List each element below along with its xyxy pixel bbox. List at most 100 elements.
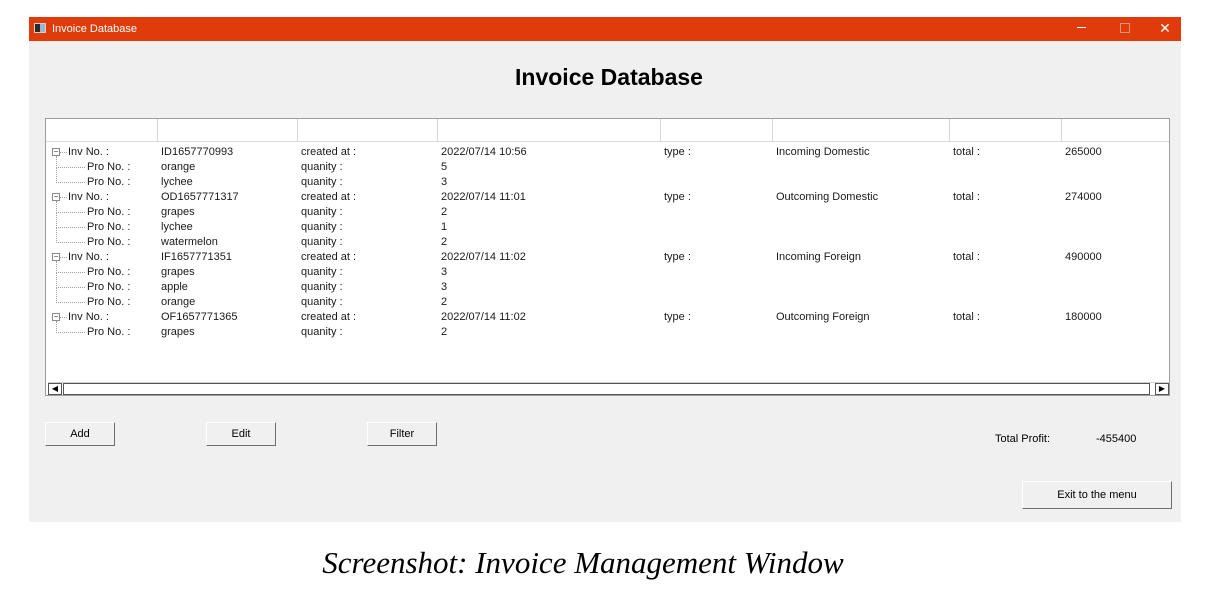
- close-button[interactable]: ✕: [1143, 17, 1187, 41]
- page-title: Invoice Database: [515, 64, 703, 90]
- total-value: 265000: [1065, 146, 1102, 158]
- type-value: Incoming Foreign: [776, 251, 861, 263]
- created-at-label: created at :: [301, 251, 357, 263]
- column-header[interactable]: [950, 119, 1062, 141]
- figure-caption: Screenshot: Invoice Management Window: [322, 545, 844, 580]
- invoice-label: Inv No. :: [68, 146, 109, 158]
- column-header[interactable]: [46, 119, 158, 141]
- minimize-button[interactable]: [1059, 17, 1103, 41]
- tree-connector: [56, 287, 85, 288]
- product-row[interactable]: Pro No. : orange quanity : 2: [46, 287, 1169, 310]
- filter-button[interactable]: Filter: [367, 422, 437, 446]
- quantity-value: 1: [441, 221, 448, 233]
- product-label: Pro No. :: [87, 296, 131, 308]
- quantity-value: 3: [441, 176, 448, 188]
- column-header[interactable]: [661, 119, 773, 141]
- invoice-id: OF1657771365: [161, 311, 238, 323]
- type-value: Outcoming Foreign: [776, 311, 870, 323]
- total-profit-label: Total Profit:: [995, 433, 1051, 445]
- product-label: Pro No. :: [87, 266, 131, 278]
- product-row[interactable]: Pro No. : watermelon quanity : 2: [46, 227, 1169, 250]
- tree-connector: [56, 212, 85, 213]
- tree-connector: [60, 317, 67, 318]
- collapse-icon[interactable]: −: [52, 148, 60, 156]
- add-button[interactable]: Add: [45, 422, 115, 446]
- product-label: Pro No. :: [87, 161, 131, 173]
- product-row[interactable]: Pro No. : lychee quanity : 3: [46, 167, 1169, 190]
- tree-connector: [56, 182, 85, 183]
- invoice-label: Inv No. :: [68, 311, 109, 323]
- collapse-icon[interactable]: −: [52, 253, 60, 261]
- column-header[interactable]: [158, 119, 298, 141]
- created-at-value: 2022/07/14 11:02: [441, 311, 526, 323]
- product-row[interactable]: Pro No. : orange quanity : 5: [46, 156, 1169, 175]
- invoice-row[interactable]: − Inv No. : ID1657770993 created at : 2022/0…: [46, 145, 1169, 160]
- type-label: type :: [664, 146, 691, 158]
- quantity-value: 3: [441, 281, 448, 293]
- product-row[interactable]: Pro No. : apple quanity : 3: [46, 272, 1169, 295]
- collapse-icon[interactable]: −: [52, 193, 60, 201]
- product-name: watermelon: [161, 236, 218, 248]
- invoice-tree[interactable]: − Inv No. : ID1657770993 created at :2022/0…: [45, 118, 1170, 396]
- scroll-left-icon[interactable]: ◀: [48, 383, 62, 395]
- created-at-value: 2022/07/14 11:01: [441, 191, 526, 203]
- product-label: Pro No. :: [87, 281, 131, 293]
- tree-header: [46, 119, 1169, 142]
- exit-to-menu-button[interactable]: Exit to the menu: [1022, 481, 1172, 509]
- quantity-label: quanity :: [301, 266, 343, 278]
- scroll-right-icon[interactable]: ▶: [1155, 383, 1169, 395]
- total-value: 180000: [1065, 311, 1102, 323]
- product-row[interactable]: Pro No. : grapes quanity : 2: [46, 321, 1169, 340]
- total-label: total :: [953, 251, 980, 263]
- product-name: grapes: [161, 206, 195, 218]
- product-label: Pro No. :: [87, 221, 131, 233]
- tree-rows: − Inv No. : ID1657770993 created at :2022/0…: [46, 145, 1169, 340]
- product-row[interactable]: Pro No. : grapes quanity : 2: [46, 201, 1169, 220]
- invoice-row[interactable]: − Inv No. : IF1657771351 created at : 2022/0…: [46, 250, 1169, 265]
- invoice-row[interactable]: − Inv No. : OD1657771317 created at : 2022/0…: [46, 190, 1169, 205]
- created-at-label: created at :: [301, 191, 357, 203]
- tree-connector: [60, 197, 67, 198]
- invoice-id: IF1657771351: [161, 251, 232, 263]
- scrollbar-thumb[interactable]: [63, 383, 1150, 395]
- column-header[interactable]: [298, 119, 438, 141]
- total-label: total :: [953, 311, 980, 323]
- quantity-label: quanity :: [301, 221, 343, 233]
- created-at-label: created at :: [301, 311, 357, 323]
- maximize-button[interactable]: [1103, 17, 1147, 41]
- tree-connector: [56, 167, 57, 183]
- total-label: total :: [953, 146, 980, 158]
- product-label: Pro No. :: [87, 206, 131, 218]
- collapse-icon[interactable]: −: [52, 313, 60, 321]
- product-row[interactable]: Pro No. : lychee quanity : 1: [46, 212, 1169, 235]
- app-icon: [34, 23, 46, 33]
- invoice-label: Inv No. :: [68, 251, 109, 263]
- minimize-icon: [1076, 27, 1086, 29]
- tree-connector: [56, 227, 57, 243]
- horizontal-scrollbar[interactable]: ◀ ▶: [48, 382, 1169, 395]
- maximize-icon: [1120, 22, 1130, 33]
- column-header[interactable]: [438, 119, 661, 141]
- product-name: grapes: [161, 326, 195, 338]
- invoice-row[interactable]: − Inv No. : OF1657771365 created at : 2022/0…: [46, 310, 1169, 325]
- quantity-label: quanity :: [301, 296, 343, 308]
- quantity-label: quanity :: [301, 281, 343, 293]
- tree-connector: [56, 272, 85, 273]
- column-header[interactable]: [1062, 119, 1169, 141]
- tree-connector: [56, 227, 85, 228]
- product-name: lychee: [161, 221, 193, 233]
- total-label: total :: [953, 191, 980, 203]
- tree-connector: [60, 152, 67, 153]
- column-header[interactable]: [773, 119, 950, 141]
- tree-connector: [56, 212, 57, 228]
- type-value: Outcoming Domestic: [776, 191, 879, 203]
- product-row[interactable]: Pro No. : grapes quanity : 3: [46, 261, 1169, 280]
- edit-button[interactable]: Edit: [206, 422, 276, 446]
- type-label: type :: [664, 311, 691, 323]
- title-bar[interactable]: Invoice Database ✕: [29, 17, 1181, 41]
- quantity-label: quanity :: [301, 161, 343, 173]
- product-label: Pro No. :: [87, 236, 131, 248]
- quantity-value: 2: [441, 236, 448, 248]
- quantity-value: 3: [441, 266, 448, 278]
- total-value: 274000: [1065, 191, 1102, 203]
